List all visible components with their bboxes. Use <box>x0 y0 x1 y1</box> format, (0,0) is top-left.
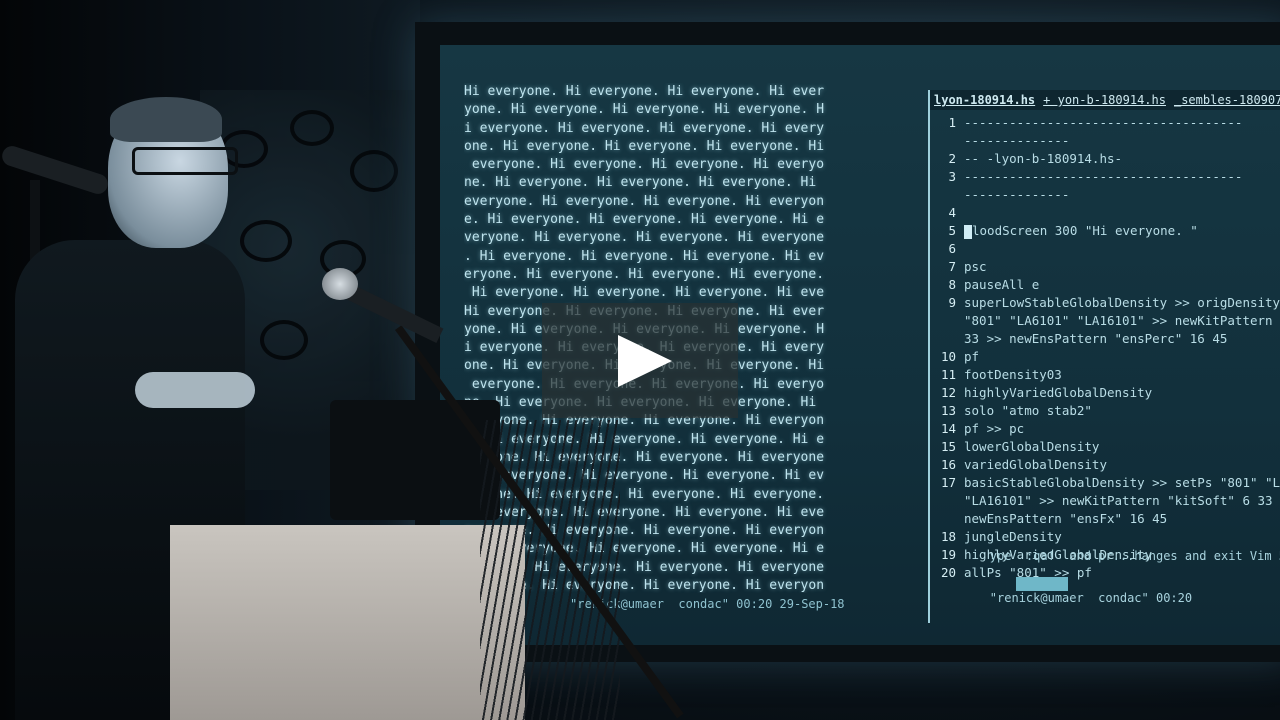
line-number: 12 <box>940 385 956 400</box>
code-listing: 1 ------------------------------------- --… <box>930 110 1280 582</box>
code-line: 5 loodScreen 300 "Hi everyone. " <box>934 222 1280 240</box>
output-line: ne. Hi everyone. Hi everyone. Hi everyon… <box>464 175 817 191</box>
code-line: -------------- <box>934 132 1280 150</box>
code-line: 6 <box>934 240 1280 258</box>
code-text: superLowStableGlobalDensity >> origDensi… <box>964 295 1280 310</box>
line-number: 10 <box>940 349 956 364</box>
code-text: lowerGlobalDensity <box>964 439 1100 454</box>
output-line: . Hi everyone. Hi everyone. Hi everyone.… <box>464 248 825 264</box>
line-number: 14 <box>940 421 956 436</box>
code-line: 9 superLowStableGlobalDensity >> origDens… <box>934 294 1280 312</box>
line-number: 11 <box>940 367 956 382</box>
code-line: "801" "LA6101" "LA16101" >> newKitPatter… <box>934 312 1280 330</box>
text-cursor <box>964 224 972 239</box>
code-line: 8 pauseAll e <box>934 276 1280 294</box>
code-text: "801" "LA6101" "LA16101" >> newKitPatter… <box>964 313 1280 328</box>
code-line: 3 ------------------------------------- <box>934 168 1280 186</box>
code-text: -- -lyon-b-180914.hs- <box>964 151 1123 166</box>
code-text: pf <box>964 349 980 364</box>
output-line: everyone. Hi everyone. Hi everyone. Hi e… <box>464 157 825 173</box>
code-text: "LA16101" >> newKitPattern "kitSoft" 6 3… <box>964 493 1280 508</box>
code-line: 15 lowerGlobalDensity <box>934 438 1280 456</box>
code-text: variedGlobalDensity <box>964 457 1107 472</box>
laptop-and-gear <box>330 400 500 520</box>
output-line: veryone. Hi everyone. Hi everyone. Hi ev… <box>464 230 825 246</box>
code-text: solo "atmo stab2" <box>964 403 1092 418</box>
code-line: 17 basicStableGlobalDensity >> setPs "801… <box>934 474 1280 492</box>
vim-editor-pane: lyon-180914.hs + yon-b-180914.hs _semble… <box>928 90 1280 623</box>
code-text: -------------- <box>964 187 1070 202</box>
code-text: pauseAll e <box>964 277 1040 292</box>
tab-lyon-180914: lyon-180914.hs <box>934 93 1036 107</box>
code-line: 1 ------------------------------------- <box>934 114 1280 132</box>
glasses <box>132 147 238 175</box>
code-text: highlyVariedGlobalDensity <box>964 385 1153 400</box>
command-highlight-block <box>1015 577 1068 591</box>
code-line: 12 highlyVariedGlobalDensity <box>934 384 1280 402</box>
vim-command-line: ype :qa! and pr...hanges and exit Vim 5,… <box>932 535 1280 620</box>
code-line: 33 >> newEnsPattern "ensPerc" 16 45 <box>934 330 1280 348</box>
tab-sembles-180907: _sembles-180907. <box>1173 93 1280 107</box>
code-line: 14 pf >> pc <box>934 420 1280 438</box>
line-number: 2 <box>948 151 956 166</box>
code-line: -------------- <box>934 186 1280 204</box>
code-line: 13 solo "atmo stab2" <box>934 402 1280 420</box>
output-line: eryone. Hi everyone. Hi everyone. Hi eve… <box>464 266 825 282</box>
code-line: "LA16101" >> newKitPattern "kitSoft" 6 3… <box>934 492 1280 510</box>
line-number: 4 <box>948 205 956 220</box>
code-text: ------------------------------------- <box>964 115 1243 130</box>
code-text: newEnsPattern "ensFx" 16 45 <box>964 511 1168 526</box>
line-number: 7 <box>948 259 956 274</box>
vim-status-text: "renick@umaer condac" 00:20 <box>989 591 1193 605</box>
code-text: footDensity03 <box>964 367 1062 382</box>
performer-hair <box>110 97 222 142</box>
code-text: ------------------------------------- <box>964 169 1243 184</box>
line-number: 9 <box>948 295 956 310</box>
line-number: 17 <box>940 475 956 490</box>
code-text: 33 >> newEnsPattern "ensPerc" 16 45 <box>964 331 1228 346</box>
code-text: basicStableGlobalDensity >> setPs "801" … <box>964 475 1280 490</box>
line-number: 5 <box>948 223 956 238</box>
line-number: 16 <box>940 457 956 472</box>
code-line: newEnsPattern "ensFx" 16 45 <box>934 510 1280 528</box>
line-number: 8 <box>948 277 956 292</box>
code-text: psc <box>964 259 987 274</box>
code-line: 11 footDensity03 <box>934 366 1280 384</box>
lectern <box>170 525 525 720</box>
output-line: yone. Hi everyone. Hi everyone. Hi every… <box>464 102 825 118</box>
performer-hands <box>135 372 255 408</box>
code-text: pf >> pc <box>964 421 1025 436</box>
boom-microphone <box>322 268 358 300</box>
play-icon <box>618 334 672 387</box>
vim-command-text: ype :qa! and pr...hanges and exit Vim 5,… <box>989 548 1280 563</box>
line-number: 6 <box>948 241 956 256</box>
output-line: everyone. Hi everyone. Hi everyone. Hi e… <box>464 193 825 209</box>
code-line: 2 -- -lyon-b-180914.hs- <box>934 150 1280 168</box>
output-line: Hi everyone. Hi everyone. Hi everyone. H… <box>464 84 825 99</box>
line-number: 15 <box>940 439 956 454</box>
code-text: loodScreen 300 "Hi everyone. " <box>972 223 1198 238</box>
code-line: 7 psc <box>934 258 1280 276</box>
line-number: 1 <box>948 115 956 130</box>
play-button[interactable] <box>542 303 738 418</box>
code-text: -------------- <box>964 133 1070 148</box>
output-line: one. Hi everyone. Hi everyone. Hi everyo… <box>464 138 825 154</box>
tab-yon-b-180914: + yon-b-180914.hs <box>1043 93 1166 107</box>
code-line: 16 variedGlobalDensity <box>934 456 1280 474</box>
output-line: e. Hi everyone. Hi everyone. Hi everyone… <box>464 212 825 228</box>
code-line: 4 <box>934 204 1280 222</box>
output-line: Hi everyone. Hi everyone. Hi everyone. H… <box>464 285 825 301</box>
code-line: 10 pf <box>934 348 1280 366</box>
vim-tab-bar: lyon-180914.hs + yon-b-180914.hs _semble… <box>930 90 1280 110</box>
line-number: 13 <box>940 403 956 418</box>
output-line: i everyone. Hi everyone. Hi everyone. Hi… <box>464 120 825 136</box>
line-number: 3 <box>948 169 956 184</box>
